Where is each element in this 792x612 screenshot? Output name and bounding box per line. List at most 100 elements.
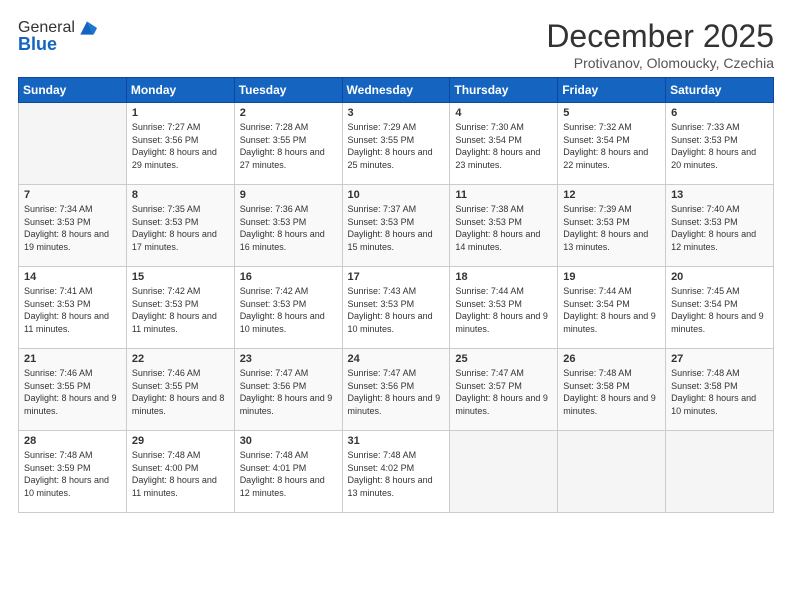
calendar-cell: 29 Sunrise: 7:48 AM Sunset: 4:00 PM Dayl… [126,431,234,513]
month-title: December 2025 [546,18,774,55]
day-info: Sunrise: 7:48 AM Sunset: 4:02 PM Dayligh… [348,449,445,499]
weekday-header-row: SundayMondayTuesdayWednesdayThursdayFrid… [19,78,774,103]
calendar-cell: 31 Sunrise: 7:48 AM Sunset: 4:02 PM Dayl… [342,431,450,513]
calendar-cell: 26 Sunrise: 7:48 AM Sunset: 3:58 PM Dayl… [558,349,666,431]
day-info: Sunrise: 7:48 AM Sunset: 3:59 PM Dayligh… [24,449,121,499]
day-info: Sunrise: 7:47 AM Sunset: 3:57 PM Dayligh… [455,367,552,417]
calendar-cell: 15 Sunrise: 7:42 AM Sunset: 3:53 PM Dayl… [126,267,234,349]
day-number: 31 [348,435,445,447]
calendar-cell: 13 Sunrise: 7:40 AM Sunset: 3:53 PM Dayl… [666,185,774,267]
day-info: Sunrise: 7:44 AM Sunset: 3:53 PM Dayligh… [455,285,552,335]
day-number: 7 [24,189,121,201]
calendar-cell: 12 Sunrise: 7:39 AM Sunset: 3:53 PM Dayl… [558,185,666,267]
calendar-week-row: 14 Sunrise: 7:41 AM Sunset: 3:53 PM Dayl… [19,267,774,349]
day-info: Sunrise: 7:44 AM Sunset: 3:54 PM Dayligh… [563,285,660,335]
day-number: 11 [455,189,552,201]
header: General Blue December 2025 Protivanov, O… [18,18,774,71]
calendar-week-row: 21 Sunrise: 7:46 AM Sunset: 3:55 PM Dayl… [19,349,774,431]
day-number: 6 [671,107,768,119]
day-number: 26 [563,353,660,365]
day-number: 13 [671,189,768,201]
day-info: Sunrise: 7:36 AM Sunset: 3:53 PM Dayligh… [240,203,337,253]
day-number: 4 [455,107,552,119]
calendar-cell: 1 Sunrise: 7:27 AM Sunset: 3:56 PM Dayli… [126,103,234,185]
calendar-week-row: 28 Sunrise: 7:48 AM Sunset: 3:59 PM Dayl… [19,431,774,513]
day-info: Sunrise: 7:42 AM Sunset: 3:53 PM Dayligh… [240,285,337,335]
day-number: 3 [348,107,445,119]
calendar-cell: 25 Sunrise: 7:47 AM Sunset: 3:57 PM Dayl… [450,349,558,431]
day-number: 19 [563,271,660,283]
day-number: 16 [240,271,337,283]
day-info: Sunrise: 7:39 AM Sunset: 3:53 PM Dayligh… [563,203,660,253]
location: Protivanov, Olomoucky, Czechia [546,55,774,71]
day-info: Sunrise: 7:46 AM Sunset: 3:55 PM Dayligh… [24,367,121,417]
calendar-cell [666,431,774,513]
weekday-header: Friday [558,78,666,103]
calendar-cell: 19 Sunrise: 7:44 AM Sunset: 3:54 PM Dayl… [558,267,666,349]
calendar-cell [558,431,666,513]
day-number: 24 [348,353,445,365]
day-number: 28 [24,435,121,447]
day-number: 9 [240,189,337,201]
calendar-cell: 16 Sunrise: 7:42 AM Sunset: 3:53 PM Dayl… [234,267,342,349]
calendar-cell: 7 Sunrise: 7:34 AM Sunset: 3:53 PM Dayli… [19,185,127,267]
day-number: 27 [671,353,768,365]
day-number: 14 [24,271,121,283]
day-number: 20 [671,271,768,283]
calendar-table: SundayMondayTuesdayWednesdayThursdayFrid… [18,77,774,513]
calendar-cell: 8 Sunrise: 7:35 AM Sunset: 3:53 PM Dayli… [126,185,234,267]
day-info: Sunrise: 7:35 AM Sunset: 3:53 PM Dayligh… [132,203,229,253]
day-info: Sunrise: 7:37 AM Sunset: 3:53 PM Dayligh… [348,203,445,253]
day-number: 18 [455,271,552,283]
calendar-cell: 4 Sunrise: 7:30 AM Sunset: 3:54 PM Dayli… [450,103,558,185]
calendar-cell: 2 Sunrise: 7:28 AM Sunset: 3:55 PM Dayli… [234,103,342,185]
day-info: Sunrise: 7:30 AM Sunset: 3:54 PM Dayligh… [455,121,552,171]
calendar-cell: 6 Sunrise: 7:33 AM Sunset: 3:53 PM Dayli… [666,103,774,185]
day-info: Sunrise: 7:48 AM Sunset: 4:01 PM Dayligh… [240,449,337,499]
calendar-week-row: 7 Sunrise: 7:34 AM Sunset: 3:53 PM Dayli… [19,185,774,267]
calendar-cell: 11 Sunrise: 7:38 AM Sunset: 3:53 PM Dayl… [450,185,558,267]
day-number: 29 [132,435,229,447]
calendar-week-row: 1 Sunrise: 7:27 AM Sunset: 3:56 PM Dayli… [19,103,774,185]
calendar-cell: 9 Sunrise: 7:36 AM Sunset: 3:53 PM Dayli… [234,185,342,267]
day-info: Sunrise: 7:48 AM Sunset: 4:00 PM Dayligh… [132,449,229,499]
day-info: Sunrise: 7:48 AM Sunset: 3:58 PM Dayligh… [563,367,660,417]
day-info: Sunrise: 7:48 AM Sunset: 3:58 PM Dayligh… [671,367,768,417]
weekday-header: Monday [126,78,234,103]
weekday-header: Sunday [19,78,127,103]
calendar-cell: 10 Sunrise: 7:37 AM Sunset: 3:53 PM Dayl… [342,185,450,267]
day-info: Sunrise: 7:42 AM Sunset: 3:53 PM Dayligh… [132,285,229,335]
day-info: Sunrise: 7:34 AM Sunset: 3:53 PM Dayligh… [24,203,121,253]
weekday-header: Tuesday [234,78,342,103]
day-number: 25 [455,353,552,365]
calendar-cell: 23 Sunrise: 7:47 AM Sunset: 3:56 PM Dayl… [234,349,342,431]
calendar-cell: 24 Sunrise: 7:47 AM Sunset: 3:56 PM Dayl… [342,349,450,431]
day-number: 12 [563,189,660,201]
day-number: 23 [240,353,337,365]
day-info: Sunrise: 7:33 AM Sunset: 3:53 PM Dayligh… [671,121,768,171]
calendar-cell: 17 Sunrise: 7:43 AM Sunset: 3:53 PM Dayl… [342,267,450,349]
day-number: 1 [132,107,229,119]
day-number: 2 [240,107,337,119]
day-number: 30 [240,435,337,447]
day-info: Sunrise: 7:28 AM Sunset: 3:55 PM Dayligh… [240,121,337,171]
logo: General Blue [18,18,97,55]
page: General Blue December 2025 Protivanov, O… [0,0,792,612]
day-info: Sunrise: 7:41 AM Sunset: 3:53 PM Dayligh… [24,285,121,335]
day-info: Sunrise: 7:47 AM Sunset: 3:56 PM Dayligh… [348,367,445,417]
calendar-cell [450,431,558,513]
weekday-header: Wednesday [342,78,450,103]
calendar-cell [19,103,127,185]
day-number: 22 [132,353,229,365]
day-number: 21 [24,353,121,365]
calendar-cell: 21 Sunrise: 7:46 AM Sunset: 3:55 PM Dayl… [19,349,127,431]
day-info: Sunrise: 7:29 AM Sunset: 3:55 PM Dayligh… [348,121,445,171]
logo-icon [77,18,97,38]
day-number: 5 [563,107,660,119]
day-number: 15 [132,271,229,283]
calendar-cell: 20 Sunrise: 7:45 AM Sunset: 3:54 PM Dayl… [666,267,774,349]
day-info: Sunrise: 7:32 AM Sunset: 3:54 PM Dayligh… [563,121,660,171]
calendar-cell: 27 Sunrise: 7:48 AM Sunset: 3:58 PM Dayl… [666,349,774,431]
calendar-cell: 5 Sunrise: 7:32 AM Sunset: 3:54 PM Dayli… [558,103,666,185]
calendar-cell: 14 Sunrise: 7:41 AM Sunset: 3:53 PM Dayl… [19,267,127,349]
